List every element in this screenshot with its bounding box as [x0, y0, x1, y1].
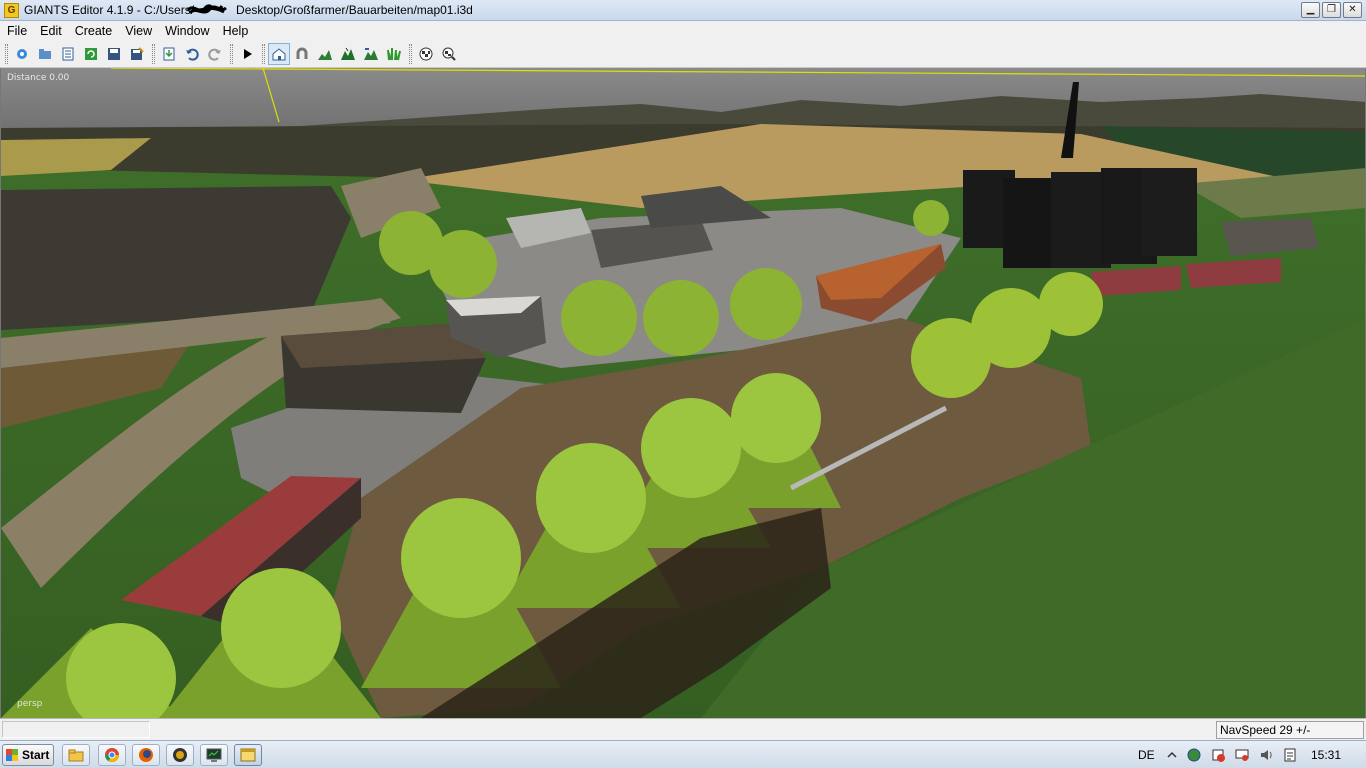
foliage-paint-button[interactable] — [360, 43, 382, 65]
start-label: Start — [22, 748, 50, 762]
farming-simulator-icon — [173, 748, 187, 762]
editor-window-icon — [240, 748, 256, 762]
terrain-paint-icon — [341, 47, 355, 60]
taskbar-giants-editor[interactable] — [234, 744, 262, 766]
close-button[interactable]: ✕ — [1343, 2, 1362, 18]
undo-icon — [186, 48, 199, 61]
checker-search-icon — [442, 47, 456, 61]
taskbar-network-monitor[interactable] — [200, 744, 228, 766]
taskbar: Start DE 15:31 — [0, 740, 1366, 768]
start-button[interactable]: Start — [2, 744, 54, 766]
refresh-button[interactable] — [80, 43, 102, 65]
giants-editor-icon: G — [4, 3, 19, 18]
menu-window[interactable]: Window — [161, 21, 213, 41]
toolbar-separator — [152, 44, 155, 64]
play-button[interactable] — [236, 43, 258, 65]
redo-icon — [208, 48, 221, 61]
clipboard-icon[interactable] — [1282, 747, 1298, 763]
windows-logo-icon — [6, 749, 18, 761]
import-icon — [163, 47, 175, 61]
list-button[interactable] — [57, 43, 79, 65]
undo-button[interactable] — [181, 43, 203, 65]
chrome-icon — [105, 748, 119, 762]
save-icon — [108, 48, 120, 60]
minimize-button[interactable]: ▁ — [1301, 2, 1320, 18]
window-title: GIANTS Editor 4.1.9 - C:/Users/Desktop/G… — [24, 3, 473, 17]
magnet-button[interactable] — [291, 43, 313, 65]
checker-search-button[interactable] — [438, 43, 460, 65]
distance-readout: Distance 0.00 — [7, 73, 70, 83]
open-button[interactable] — [34, 43, 56, 65]
toolbar-grip[interactable] — [5, 44, 8, 64]
redaction-scribble — [186, 4, 227, 15]
status-bar: NavSpeed 29 +/- — [0, 718, 1366, 740]
firefox-icon — [139, 748, 153, 762]
terrain-sculpt-icon — [318, 50, 332, 60]
network-globe-icon[interactable] — [1186, 747, 1202, 763]
folder-icon — [68, 749, 84, 762]
clock[interactable]: 15:31 — [1311, 748, 1341, 762]
toolbar — [0, 41, 1366, 68]
home-icon — [272, 48, 286, 61]
taskbar-chrome[interactable] — [98, 744, 126, 766]
save-as-button[interactable] — [126, 43, 148, 65]
menu-bar: File Edit Create View Window Help — [0, 21, 1366, 41]
camera-mode-label: persp — [17, 699, 43, 709]
menu-view[interactable]: View — [121, 21, 156, 41]
toolbar-separator — [230, 44, 233, 64]
save-button[interactable] — [103, 43, 125, 65]
terrain-paint-button[interactable] — [337, 43, 359, 65]
import-button[interactable] — [158, 43, 180, 65]
refresh-icon — [85, 48, 97, 60]
window-controls: ▁ ❐ ✕ — [1301, 2, 1362, 18]
foliage-paint-icon — [364, 48, 378, 60]
network-status-icon[interactable] — [1234, 747, 1250, 763]
toolbar-separator — [262, 44, 265, 64]
new-button[interactable] — [11, 43, 33, 65]
window-title-path: Desktop/Großfarmer/Bauarbeiten/map01.i3d — [236, 3, 473, 17]
terrain-sculpt-button[interactable] — [314, 43, 336, 65]
maximize-button[interactable]: ❐ — [1322, 2, 1341, 18]
toolbar-separator — [409, 44, 412, 64]
taskbar-farming-simulator[interactable] — [166, 744, 194, 766]
save-as-icon — [131, 47, 144, 60]
menu-edit[interactable]: Edit — [36, 21, 66, 41]
magnet-icon — [296, 47, 308, 59]
menu-file[interactable]: File — [3, 21, 31, 41]
new-icon — [17, 49, 27, 59]
3d-viewport[interactable]: Distance 0.00 persp — [0, 68, 1366, 718]
monitor-icon — [206, 748, 222, 762]
taskbar-firefox[interactable] — [132, 744, 160, 766]
grass-paint-button[interactable] — [383, 43, 405, 65]
tray-show-hidden-icon[interactable] — [1164, 747, 1180, 763]
menu-create[interactable]: Create — [71, 21, 117, 41]
scene-render — [1, 68, 1365, 718]
window-title-prefix: GIANTS Editor 4.1.9 - C:/Users/ — [24, 3, 195, 17]
status-field — [2, 721, 150, 738]
list-icon — [62, 47, 74, 61]
menu-help[interactable]: Help — [219, 21, 253, 41]
taskbar-explorer[interactable] — [62, 744, 90, 766]
security-alert-icon[interactable] — [1210, 747, 1226, 763]
checker-button[interactable] — [415, 43, 437, 65]
navspeed-indicator[interactable]: NavSpeed 29 +/- — [1216, 721, 1364, 739]
home-button[interactable] — [268, 43, 290, 65]
redo-button[interactable] — [204, 43, 226, 65]
grass-paint-icon — [387, 48, 401, 61]
play-icon — [244, 49, 252, 59]
title-bar: G GIANTS Editor 4.1.9 - C:/Users/Desktop… — [0, 0, 1366, 21]
language-indicator[interactable]: DE — [1138, 748, 1155, 762]
volume-icon[interactable] — [1258, 747, 1274, 763]
checker-icon — [419, 47, 433, 61]
open-icon — [39, 49, 51, 59]
